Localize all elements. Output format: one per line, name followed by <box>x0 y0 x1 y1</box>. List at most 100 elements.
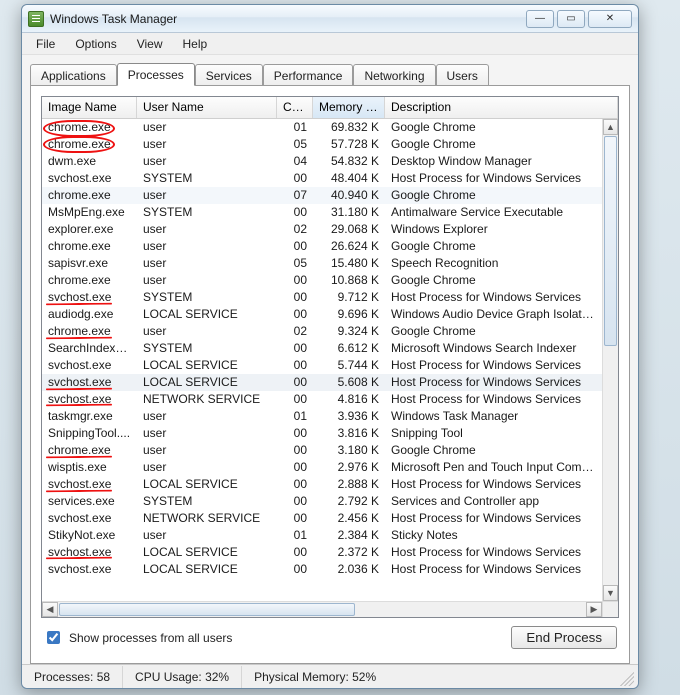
table-row[interactable]: StikyNot.exeuser012.384 KSticky Notes <box>42 527 602 544</box>
table-row[interactable]: svchost.exeLOCAL SERVICE005.744 KHost Pr… <box>42 357 602 374</box>
cell-cpu: 07 <box>277 187 313 204</box>
table-row[interactable]: svchost.exeLOCAL SERVICE002.888 KHost Pr… <box>42 476 602 493</box>
cell-image-name: svchost.exe <box>42 476 137 493</box>
cell-description: Windows Task Manager <box>385 408 602 425</box>
table-row[interactable]: explorer.exeuser0229.068 KWindows Explor… <box>42 221 602 238</box>
table-row[interactable]: chrome.exeuser029.324 KGoogle Chrome <box>42 323 602 340</box>
cell-description: Google Chrome <box>385 272 602 289</box>
cell-cpu: 00 <box>277 374 313 391</box>
table-row[interactable]: chrome.exeuser003.180 KGoogle Chrome <box>42 442 602 459</box>
tab-users[interactable]: Users <box>436 64 489 86</box>
cell-image-name: svchost.exe <box>42 170 137 187</box>
cell-memory: 2.036 K <box>313 561 385 578</box>
scroll-up-icon[interactable]: ▲ <box>603 119 618 135</box>
menu-file[interactable]: File <box>28 35 63 53</box>
table-row[interactable]: chrome.exeuser0026.624 KGoogle Chrome <box>42 238 602 255</box>
cell-cpu: 01 <box>277 119 313 136</box>
close-button[interactable]: ✕ <box>588 10 632 28</box>
tab-networking[interactable]: Networking <box>353 64 435 86</box>
tab-applications[interactable]: Applications <box>30 64 117 86</box>
vscroll-thumb[interactable] <box>604 136 617 346</box>
vertical-scrollbar[interactable]: ▲ ▼ <box>602 119 618 601</box>
cell-cpu: 00 <box>277 425 313 442</box>
table-row[interactable]: svchost.exeSYSTEM0048.404 KHost Process … <box>42 170 602 187</box>
show-all-users-checkbox[interactable]: Show processes from all users <box>43 628 232 647</box>
hscroll-thumb[interactable] <box>59 603 355 616</box>
tab-performance[interactable]: Performance <box>263 64 354 86</box>
cell-memory: 3.180 K <box>313 442 385 459</box>
cell-user-name: NETWORK SERVICE <box>137 510 277 527</box>
show-all-users-input[interactable] <box>47 631 60 644</box>
cell-user-name: NETWORK SERVICE <box>137 391 277 408</box>
cell-user-name: user <box>137 527 277 544</box>
cell-memory: 5.744 K <box>313 357 385 374</box>
listview-header: Image Name User Name CPU Memory (... Des… <box>42 97 618 119</box>
menu-view[interactable]: View <box>129 35 171 53</box>
menubar: File Options View Help <box>22 33 638 55</box>
cell-cpu: 05 <box>277 255 313 272</box>
cell-memory: 31.180 K <box>313 204 385 221</box>
table-row[interactable]: SnippingTool....user003.816 KSnipping To… <box>42 425 602 442</box>
scroll-down-icon[interactable]: ▼ <box>603 585 618 601</box>
close-icon: ✕ <box>606 13 614 24</box>
cell-image-name: chrome.exe <box>42 136 137 153</box>
table-row[interactable]: services.exeSYSTEM002.792 KServices and … <box>42 493 602 510</box>
cell-description: Host Process for Windows Services <box>385 289 602 306</box>
cell-memory: 2.792 K <box>313 493 385 510</box>
scroll-right-icon[interactable]: ▶ <box>586 602 602 617</box>
table-row[interactable]: dwm.exeuser0454.832 KDesktop Window Mana… <box>42 153 602 170</box>
cell-user-name: user <box>137 442 277 459</box>
cell-user-name: user <box>137 272 277 289</box>
table-row[interactable]: svchost.exeLOCAL SERVICE002.372 KHost Pr… <box>42 544 602 561</box>
cell-image-name: svchost.exe <box>42 374 137 391</box>
table-row[interactable]: SearchIndexe...SYSTEM006.612 KMicrosoft … <box>42 340 602 357</box>
table-row[interactable]: taskmgr.exeuser013.936 KWindows Task Man… <box>42 408 602 425</box>
col-description[interactable]: Description <box>385 97 618 118</box>
listview-rows: chrome.exeuser0169.832 KGoogle Chromechr… <box>42 119 602 601</box>
horizontal-scrollbar[interactable]: ◀ ▶ <box>42 601 602 617</box>
resize-grip-icon[interactable] <box>616 668 634 686</box>
status-memory: Physical Memory: 52% <box>242 666 388 688</box>
menu-help[interactable]: Help <box>175 35 216 53</box>
col-user-name[interactable]: User Name <box>137 97 277 118</box>
col-image-name[interactable]: Image Name <box>42 97 137 118</box>
cell-cpu: 00 <box>277 170 313 187</box>
table-row[interactable]: chrome.exeuser0169.832 KGoogle Chrome <box>42 119 602 136</box>
minimize-button[interactable]: — <box>526 10 554 28</box>
cell-memory: 57.728 K <box>313 136 385 153</box>
table-row[interactable]: svchost.exeNETWORK SERVICE002.456 KHost … <box>42 510 602 527</box>
cell-user-name: user <box>137 221 277 238</box>
cell-description: Google Chrome <box>385 238 602 255</box>
cell-memory: 2.456 K <box>313 510 385 527</box>
table-row[interactable]: svchost.exeNETWORK SERVICE004.816 KHost … <box>42 391 602 408</box>
maximize-button[interactable]: ▭ <box>557 10 585 28</box>
cell-cpu: 00 <box>277 442 313 459</box>
cell-user-name: SYSTEM <box>137 340 277 357</box>
table-row[interactable]: audiodg.exeLOCAL SERVICE009.696 KWindows… <box>42 306 602 323</box>
table-row[interactable]: MsMpEng.exeSYSTEM0031.180 KAntimalware S… <box>42 204 602 221</box>
table-row[interactable]: svchost.exeLOCAL SERVICE005.608 KHost Pr… <box>42 374 602 391</box>
cell-image-name: svchost.exe <box>42 289 137 306</box>
tab-services[interactable]: Services <box>195 64 263 86</box>
col-cpu[interactable]: CPU <box>277 97 313 118</box>
col-memory[interactable]: Memory (... <box>313 97 385 118</box>
status-processes: Processes: 58 <box>22 666 123 688</box>
table-row[interactable]: wisptis.exeuser002.976 KMicrosoft Pen an… <box>42 459 602 476</box>
cell-user-name: LOCAL SERVICE <box>137 374 277 391</box>
table-row[interactable]: chrome.exeuser0740.940 KGoogle Chrome <box>42 187 602 204</box>
table-row[interactable]: sapisvr.exeuser0515.480 KSpeech Recognit… <box>42 255 602 272</box>
menu-options[interactable]: Options <box>67 35 124 53</box>
cell-image-name: svchost.exe <box>42 391 137 408</box>
hscroll-track[interactable] <box>58 602 586 617</box>
end-process-button[interactable]: End Process <box>511 626 617 649</box>
tab-processes[interactable]: Processes <box>117 63 195 86</box>
statusbar: Processes: 58 CPU Usage: 32% Physical Me… <box>22 664 638 688</box>
cell-image-name: MsMpEng.exe <box>42 204 137 221</box>
table-row[interactable]: chrome.exeuser0010.868 KGoogle Chrome <box>42 272 602 289</box>
show-all-users-label: Show processes from all users <box>69 631 232 645</box>
table-row[interactable]: svchost.exeLOCAL SERVICE002.036 KHost Pr… <box>42 561 602 578</box>
titlebar[interactable]: Windows Task Manager — ▭ ✕ <box>22 5 638 33</box>
scroll-left-icon[interactable]: ◀ <box>42 602 58 617</box>
table-row[interactable]: svchost.exeSYSTEM009.712 KHost Process f… <box>42 289 602 306</box>
table-row[interactable]: chrome.exeuser0557.728 KGoogle Chrome <box>42 136 602 153</box>
